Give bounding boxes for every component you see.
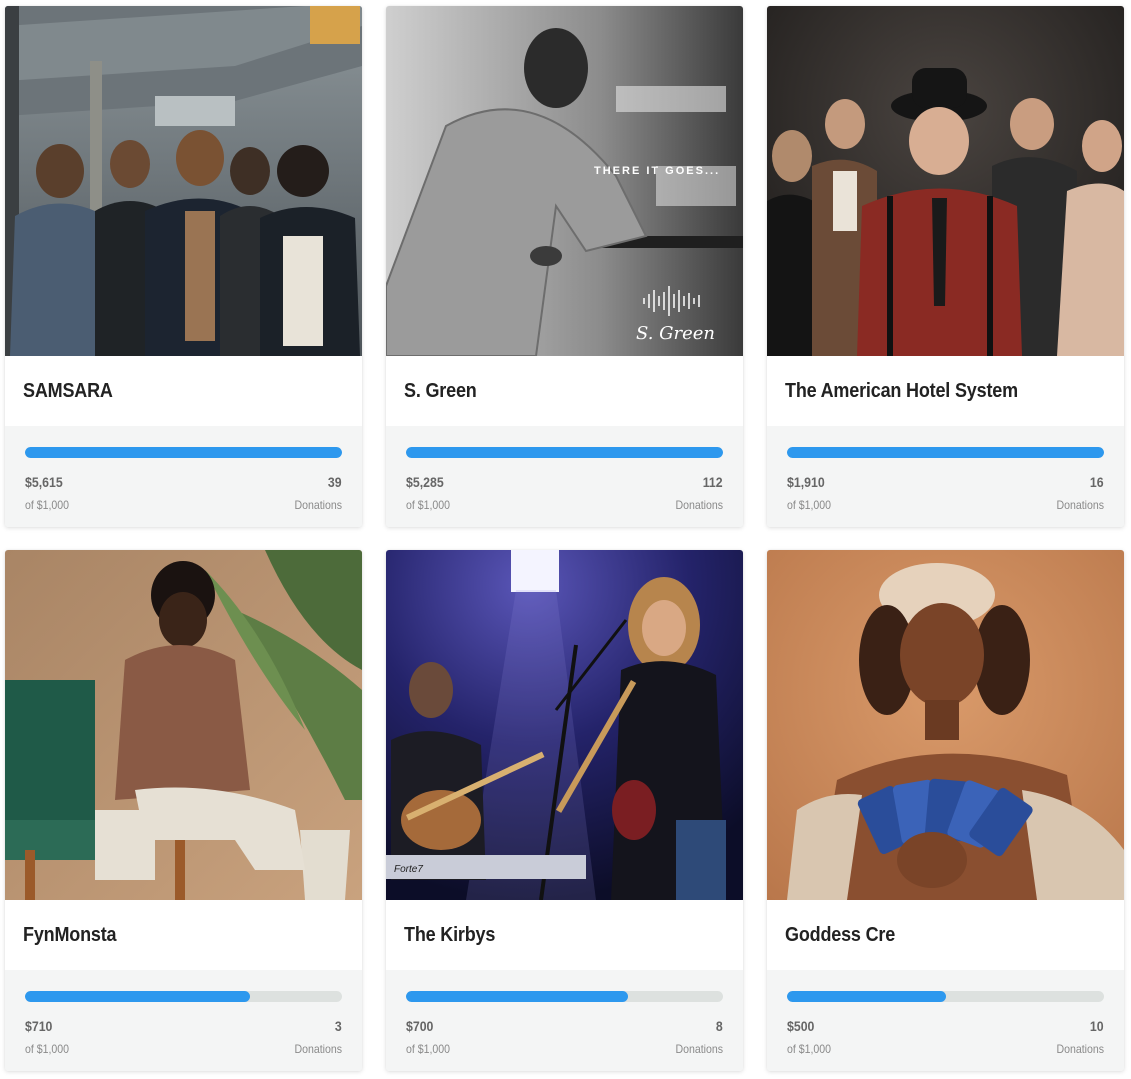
- amount-raised: $700: [406, 1018, 434, 1034]
- amount-raised: $710: [25, 1018, 53, 1034]
- progress-fill: [787, 991, 946, 1002]
- keyboard-brand-label: Forte7: [394, 864, 423, 875]
- live-stage-photo[interactable]: Forte7: [386, 550, 743, 900]
- campaign-stats: $700 of $1,000 8 Donations: [386, 970, 743, 1071]
- donations-label: Donations: [675, 1042, 723, 1056]
- donations-label: Donations: [1056, 1042, 1104, 1056]
- campaign-card[interactable]: THERE IT GOES... S. Green S. Green $5,28…: [386, 6, 743, 527]
- campaign-card[interactable]: The American Hotel System $1,910 of $1,0…: [767, 6, 1124, 527]
- campaign-title[interactable]: Goddess Cre: [785, 924, 895, 947]
- campaign-card[interactable]: Goddess Cre $500 of $1,000 10 Donations: [767, 550, 1124, 1071]
- album-signature: S. Green: [636, 323, 715, 344]
- donation-count: 8: [716, 1018, 723, 1034]
- band-under-bridge-photo[interactable]: [5, 6, 362, 356]
- donations-label: Donations: [1056, 498, 1104, 512]
- donations-label: Donations: [675, 498, 723, 512]
- donation-count: 3: [335, 1018, 342, 1034]
- goal-amount: of $1,000: [406, 1042, 451, 1056]
- campaign-card[interactable]: FynMonsta $710 of $1,000 3 Donations: [5, 550, 362, 1071]
- campaign-title[interactable]: FynMonsta: [23, 924, 117, 947]
- progress-bar: [406, 991, 723, 1002]
- goal-amount: of $1,000: [787, 498, 832, 512]
- donation-count: 112: [703, 474, 723, 490]
- campaign-card[interactable]: SAMSARA $5,615 of $1,000 39 Donations: [5, 6, 362, 527]
- progress-bar: [787, 991, 1104, 1002]
- donation-count: 10: [1090, 1018, 1104, 1034]
- campaign-title[interactable]: S. Green: [404, 380, 477, 403]
- progress-bar: [787, 447, 1104, 458]
- campaign-stats: $5,285 of $1,000 112 Donations: [386, 426, 743, 527]
- campaign-title[interactable]: The Kirbys: [404, 924, 495, 947]
- goal-amount: of $1,000: [25, 1042, 70, 1056]
- campaign-grid: SAMSARA $5,615 of $1,000 39 Donations TH…: [0, 0, 1131, 1079]
- donations-label: Donations: [294, 1042, 342, 1056]
- progress-bar: [406, 447, 723, 458]
- amount-raised: $5,615: [25, 474, 63, 490]
- donations-label: Donations: [294, 498, 342, 512]
- artist-portrait-photo[interactable]: [767, 550, 1124, 900]
- band-portrait-photo[interactable]: [767, 6, 1124, 356]
- donation-count: 39: [328, 474, 342, 490]
- progress-fill: [25, 447, 342, 458]
- goal-amount: of $1,000: [25, 498, 70, 512]
- album-caption: THERE IT GOES...: [594, 165, 720, 177]
- campaign-card[interactable]: Forte7 The Kirbys $700 of $1,000 8 Donat…: [386, 550, 743, 1071]
- amount-raised: $500: [787, 1018, 815, 1034]
- campaign-stats: $710 of $1,000 3 Donations: [5, 970, 362, 1071]
- amount-raised: $5,285: [406, 474, 444, 490]
- donation-count: 16: [1090, 474, 1104, 490]
- amount-raised: $1,910: [787, 474, 825, 490]
- progress-fill: [25, 991, 251, 1002]
- progress-fill: [787, 447, 1104, 458]
- album-cover-photo[interactable]: THERE IT GOES... S. Green: [386, 6, 743, 356]
- artist-seated-photo[interactable]: [5, 550, 362, 900]
- campaign-title[interactable]: The American Hotel System: [785, 380, 1018, 403]
- campaign-stats: $5,615 of $1,000 39 Donations: [5, 426, 362, 527]
- goal-amount: of $1,000: [787, 1042, 832, 1056]
- progress-bar: [25, 447, 342, 458]
- campaign-stats: $1,910 of $1,000 16 Donations: [767, 426, 1124, 527]
- progress-fill: [406, 447, 723, 458]
- progress-bar: [25, 991, 342, 1002]
- campaign-stats: $500 of $1,000 10 Donations: [767, 970, 1124, 1071]
- goal-amount: of $1,000: [406, 498, 451, 512]
- campaign-title[interactable]: SAMSARA: [23, 380, 113, 403]
- progress-fill: [406, 991, 628, 1002]
